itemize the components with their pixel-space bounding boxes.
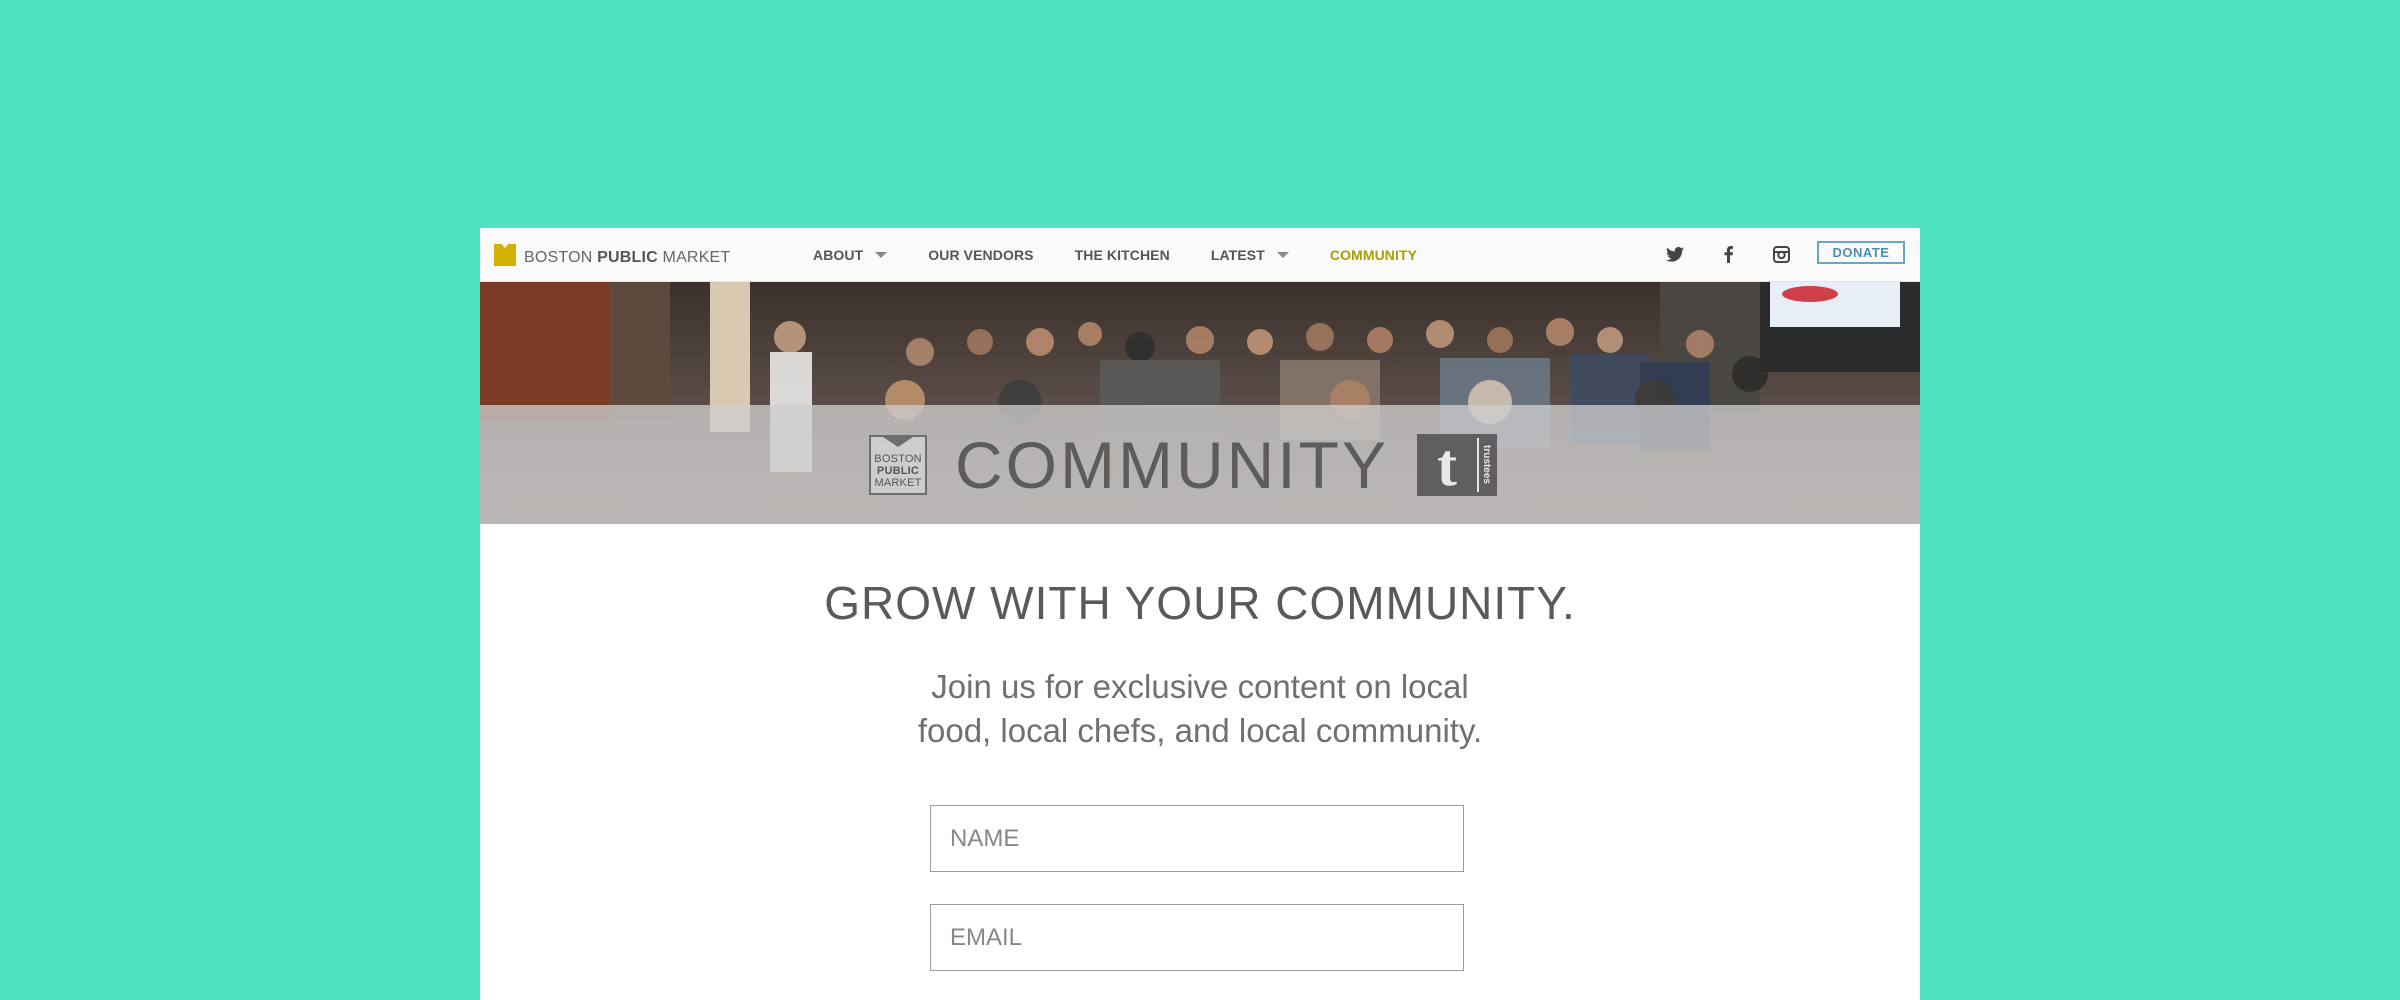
top-nav: BOSTON PUBLIC MARKET ABOUT OUR VENDORS T…	[480, 228, 1920, 282]
nav-item-our-vendors-label: OUR VENDORS	[928, 246, 1034, 263]
instagram-link[interactable]	[1773, 228, 1790, 281]
logo-mark-icon	[494, 244, 516, 266]
nav-item-about-label: ABOUT	[813, 246, 864, 263]
page-headline: GROW WITH YOUR COMMUNITY.	[824, 577, 1576, 629]
logo-text-market: MARKET	[657, 249, 731, 266]
boston-public-market-badge-logo: BOSTON PUBLIC MARKET	[869, 434, 928, 495]
logo-text-boston: BOSTON	[524, 249, 598, 266]
badge-line-1: BOSTON	[874, 452, 922, 465]
donate-button[interactable]: DONATE	[1817, 241, 1905, 264]
site-frame: BOSTON PUBLIC MARKET ABOUT OUR VENDORS T…	[480, 228, 1920, 1000]
hero-title-row: BOSTON PUBLIC MARKET COMMUNITY t trustee…	[480, 405, 1920, 524]
chevron-down-icon	[1276, 252, 1289, 258]
logo-text: BOSTON PUBLIC MARKET	[524, 249, 730, 267]
nav-item-about[interactable]: ABOUT	[813, 246, 888, 263]
hero-banner: BOSTON PUBLIC MARKET COMMUNITY t trustee…	[480, 282, 1920, 524]
trustees-t-letter: t	[1436, 431, 1457, 498]
twitter-icon	[1666, 247, 1684, 262]
chevron-down-icon	[875, 252, 888, 258]
facebook-link[interactable]	[1724, 228, 1733, 281]
instagram-icon	[1773, 246, 1790, 263]
badge-text: BOSTON PUBLIC MARKET	[874, 453, 921, 493]
badge-line-3: MARKET	[874, 476, 922, 489]
nav-item-community-label: COMMUNITY	[1329, 246, 1418, 263]
nav-item-our-vendors[interactable]: OUR VENDORS	[928, 247, 1033, 263]
email-field[interactable]	[930, 904, 1464, 971]
page-subtext: Join us for exclusive content on local f…	[917, 668, 1483, 749]
trustees-logo: t trustees	[1416, 431, 1497, 498]
name-field[interactable]	[930, 805, 1464, 872]
nav-item-the-kitchen[interactable]: THE KITCHEN	[1075, 247, 1170, 263]
nav-item-latest-label: LATEST	[1210, 246, 1265, 263]
nav-item-latest[interactable]: LATEST	[1211, 247, 1289, 263]
badge-notch	[880, 434, 917, 447]
nav-item-the-kitchen-label: THE KITCHEN	[1074, 246, 1170, 263]
trustees-side-label: trustees	[1476, 437, 1493, 492]
hero-title: COMMUNITY	[955, 427, 1389, 502]
logo-text-public: PUBLIC	[597, 249, 658, 266]
site-logo[interactable]: BOSTON PUBLIC MARKET	[494, 242, 730, 268]
trustees-word: trustees	[1480, 445, 1492, 484]
facebook-icon	[1724, 246, 1733, 263]
nav-item-community[interactable]: COMMUNITY	[1330, 247, 1417, 263]
twitter-link[interactable]	[1666, 228, 1684, 281]
badge-line-2: PUBLIC	[876, 464, 920, 477]
nav-links: ABOUT OUR VENDORS THE KITCHEN LATEST COM…	[813, 228, 1458, 281]
